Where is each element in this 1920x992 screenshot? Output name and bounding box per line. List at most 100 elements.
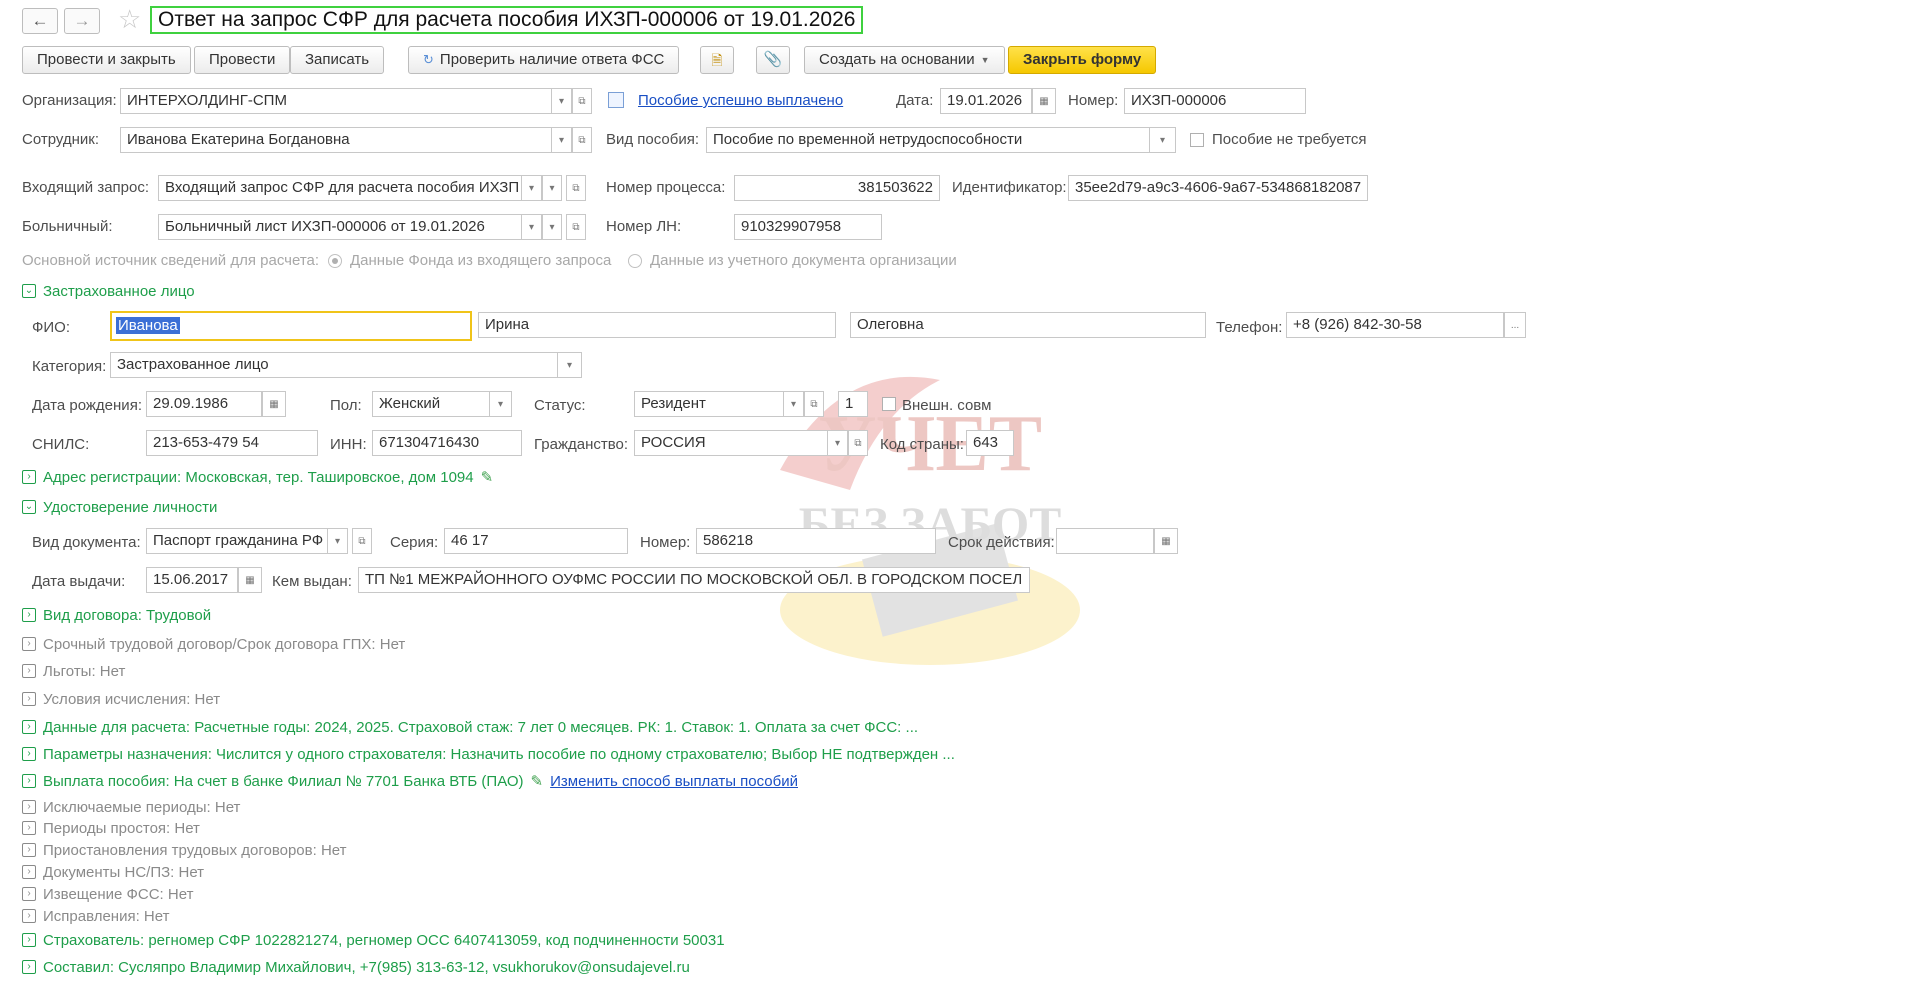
employee-dropdown-button[interactable]: ▾ — [552, 127, 572, 153]
pencil-icon[interactable]: ✎ — [481, 468, 494, 486]
insured-section-toggle[interactable]: ⌄ Застрахованное лицо — [22, 281, 195, 301]
last-name-value: Иванова — [116, 317, 180, 334]
not-required-checkbox[interactable] — [1190, 133, 1204, 147]
org-dropdown-button[interactable]: ▾ — [552, 88, 572, 114]
fixed-term-section-toggle[interactable]: › Срочный трудовой договор/Срок договора … — [22, 634, 405, 654]
corrections-section-toggle[interactable]: › Исправления: Нет — [22, 906, 169, 926]
doc-type-field[interactable]: Паспорт гражданина РФ — [146, 528, 328, 554]
benefit-status-link[interactable]: Пособие успешно выплачено — [638, 91, 843, 111]
date-calendar-button[interactable]: ▦ — [1032, 88, 1056, 114]
params-section-toggle[interactable]: › Параметры назначения: Числится у одного… — [22, 744, 955, 764]
snils-field[interactable]: 213-653-479 54 — [146, 430, 318, 456]
middle-name-field[interactable]: Олеговна — [850, 312, 1206, 338]
source-fund-radio[interactable] — [328, 254, 342, 268]
issued-by-field[interactable]: ТП №1 МЕЖРАЙОННОГО ОУФМС РОССИИ ПО МОСКО… — [358, 567, 1030, 593]
phone-more-button[interactable]: ... — [1504, 312, 1526, 338]
calendar-icon: ▦ — [1039, 95, 1049, 107]
identifier-field[interactable]: 35ee2d79-a9c3-4606-9a67-534868182087 — [1068, 175, 1368, 201]
author-section-toggle[interactable]: › Составил: Сусляпро Владимир Михайлович,… — [22, 957, 690, 977]
citizenship-field[interactable]: РОССИЯ — [634, 430, 828, 456]
incoming-request-open-button[interactable]: ⧉ — [566, 175, 586, 201]
citizenship-open-button[interactable]: ⧉ — [848, 430, 868, 456]
status-number-field[interactable]: 1 — [838, 391, 868, 417]
excluded-section-toggle[interactable]: › Исключаемые периоды: Нет — [22, 797, 240, 817]
country-code-field[interactable]: 643 — [966, 430, 1014, 456]
pencil-icon[interactable]: ✎ — [531, 772, 544, 790]
ln-number-field[interactable]: 910329907958 — [734, 214, 882, 240]
check-fss-button[interactable]: ↻ Проверить наличие ответа ФСС — [408, 46, 680, 74]
benefit-type-dropdown-button[interactable]: ▾ — [1150, 127, 1176, 153]
payment-section-toggle[interactable]: › Выплата пособия: На счет в банке Филиа… — [22, 771, 798, 791]
change-payment-link[interactable]: Изменить способ выплаты пособий — [550, 773, 798, 790]
birth-date-calendar-button[interactable]: ▦ — [262, 391, 286, 417]
chevron-right-icon: › — [22, 909, 36, 923]
doc-type-open-button[interactable]: ⧉ — [352, 528, 372, 554]
gender-dropdown-button[interactable]: ▾ — [490, 391, 512, 417]
gender-field[interactable]: Женский — [372, 391, 490, 417]
create-based-on-button[interactable]: Создать на основании ▼ — [804, 46, 1005, 74]
org-field[interactable]: ИНТЕРХОЛДИНГ-СПМ — [120, 88, 552, 114]
valid-until-field[interactable] — [1056, 528, 1154, 554]
close-form-button[interactable]: Закрыть форму — [1008, 46, 1157, 74]
series-field[interactable]: 46 17 — [444, 528, 628, 554]
sick-leave-dropdown-button[interactable]: ▾ — [542, 214, 562, 240]
doc-number-field[interactable]: 586218 — [696, 528, 936, 554]
status-open-button[interactable]: ⧉ — [804, 391, 824, 417]
save-button[interactable]: Записать — [290, 46, 385, 74]
post-and-close-button[interactable]: Провести и закрыть — [22, 46, 191, 74]
process-number-field[interactable]: 381503622 — [734, 175, 940, 201]
source-org-radio[interactable] — [628, 254, 642, 268]
calc-conditions-section-toggle[interactable]: › Условия исчисления: Нет — [22, 689, 220, 709]
date-field[interactable]: 19.01.2026 — [940, 88, 1032, 114]
fss-notice-section-toggle[interactable]: › Извещение ФСС: Нет — [22, 884, 193, 904]
identity-section-toggle[interactable]: ⌄ Удостоверение личности — [22, 497, 217, 517]
number-field[interactable]: ИХЗП-000006 — [1124, 88, 1306, 114]
category-field[interactable]: Застрахованное лицо — [110, 352, 558, 378]
benefits-section-toggle[interactable]: › Льготы: Нет — [22, 661, 125, 681]
last-name-field[interactable]: Иванова — [110, 311, 472, 341]
nav-forward-button[interactable]: → — [64, 8, 100, 34]
citizenship-dropdown-button[interactable]: ▾ — [828, 430, 848, 456]
contract-section-toggle[interactable]: › Вид договора: Трудовой — [22, 605, 211, 625]
doc-type-dropdown-button[interactable]: ▾ — [328, 528, 348, 554]
employee-field[interactable]: Иванова Екатерина Богдановна — [120, 127, 552, 153]
downtime-section-toggle[interactable]: › Периоды простоя: Нет — [22, 818, 200, 838]
org-open-button[interactable]: ⧉ — [572, 88, 592, 114]
benefit-type-label: Вид пособия: — [606, 131, 700, 148]
calc-data-section-toggle[interactable]: › Данные для расчета: Расчетные годы: 202… — [22, 717, 918, 737]
documents-button[interactable]: 🗎 — [700, 46, 734, 74]
sick-leave-open-button[interactable]: ⧉ — [566, 214, 586, 240]
incoming-request-dropdown-button[interactable]: ▾ — [542, 175, 562, 201]
create-based-label: Создать на основании — [819, 51, 975, 68]
chevron-down-icon: ▾ — [528, 182, 535, 194]
chevron-down-icon: ▼ — [980, 55, 990, 65]
attach-button[interactable]: 📎 — [756, 46, 790, 74]
benefit-type-field[interactable]: Пособие по временной нетрудоспособности — [706, 127, 1150, 153]
insurer-section-toggle[interactable]: › Страхователь: регномер СФР 1022821274, … — [22, 930, 725, 950]
inn-field[interactable]: 671304716430 — [372, 430, 522, 456]
incoming-request-field[interactable]: Входящий запрос СФР для расчета пособия … — [158, 175, 522, 201]
sick-leave-clear-button[interactable]: ▾ — [522, 214, 542, 240]
status-field[interactable]: Резидент — [634, 391, 784, 417]
address-section-toggle[interactable]: › Адрес регистрации: Московская, тер. Та… — [22, 467, 493, 487]
category-dropdown-button[interactable]: ▾ — [558, 352, 582, 378]
ns-docs-section-toggle[interactable]: › Документы НС/ПЗ: Нет — [22, 862, 204, 882]
phone-field[interactable]: +8 (926) 842-30-58 — [1286, 312, 1504, 338]
employee-open-button[interactable]: ⧉ — [572, 127, 592, 153]
favorite-star-icon[interactable]: ☆ — [118, 4, 141, 34]
issue-date-field[interactable]: 15.06.2017 — [146, 567, 238, 593]
valid-until-calendar-button[interactable]: ▦ — [1154, 528, 1178, 554]
incoming-request-clear-button[interactable]: ▾ — [522, 175, 542, 201]
issue-date-calendar-button[interactable]: ▦ — [238, 567, 262, 593]
first-name-field[interactable]: Ирина — [478, 312, 836, 338]
status-dropdown-button[interactable]: ▾ — [784, 391, 804, 417]
suspensions-section-toggle[interactable]: › Приостановления трудовых договоров: Нет — [22, 840, 347, 860]
post-button[interactable]: Провести — [194, 46, 291, 74]
series-label: Серия: — [390, 534, 439, 551]
nav-back-button[interactable]: ← — [22, 8, 58, 34]
sick-leave-field[interactable]: Больничный лист ИХЗП-000006 от 19.01.202… — [158, 214, 522, 240]
birth-date-field[interactable]: 29.09.1986 — [146, 391, 262, 417]
external-part-time-checkbox[interactable] — [882, 397, 896, 411]
chevron-down-icon: ▾ — [497, 398, 504, 410]
issued-by-label: Кем выдан: — [272, 573, 352, 590]
